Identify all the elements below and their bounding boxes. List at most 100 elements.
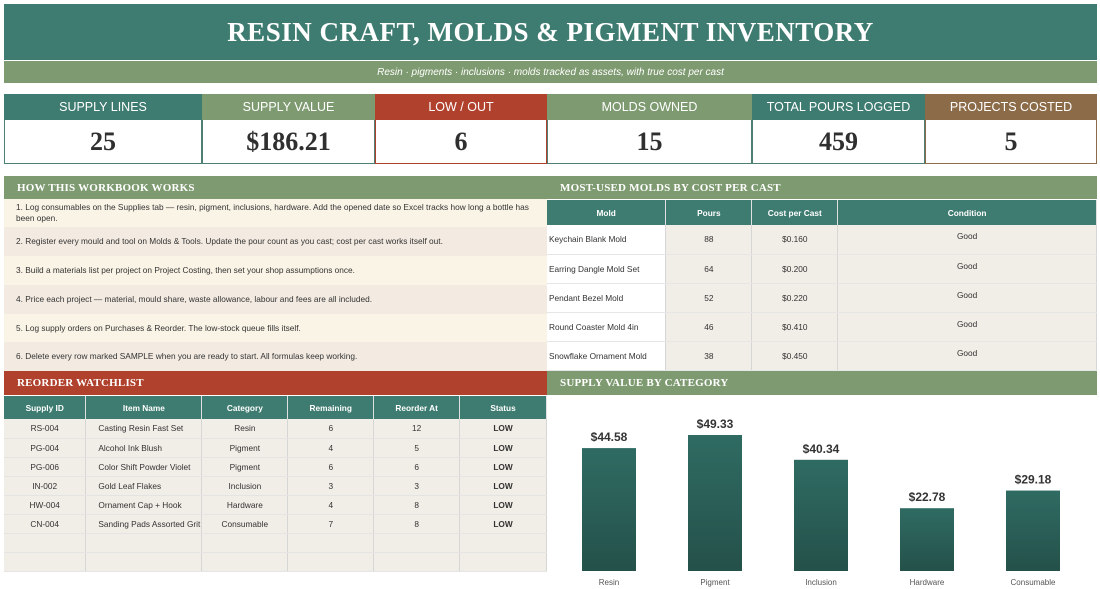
table-row: HW-004 Ornament Cap + Hook Hardware 4 8 …: [4, 495, 547, 515]
reorder-col-remaining: Remaining: [287, 396, 375, 419]
bar-value-label: $22.78: [909, 490, 946, 504]
molds-section-header: MOST-USED MOLDS BY COST PER CAST: [547, 176, 1097, 199]
item-reorder-at: 5: [373, 438, 461, 458]
mold-name: Snowflake Ornament Mold: [547, 341, 667, 371]
mold-condition: Good: [837, 254, 1097, 284]
empty-cell: [4, 552, 87, 572]
kpi-label-projects-costed: PROJECTS COSTED: [925, 94, 1097, 120]
mold-pours: 64: [665, 254, 753, 284]
bar-resin: [582, 448, 636, 571]
bar-value-label: $29.18: [1015, 473, 1052, 487]
item-remaining: 6: [287, 419, 375, 439]
status-badge: LOW: [459, 457, 547, 477]
empty-cell: [287, 533, 375, 553]
item-remaining: 6: [287, 457, 375, 477]
molds-col-mold: Mold: [547, 200, 667, 225]
empty-cell: [459, 533, 547, 553]
item-category: Inclusion: [201, 476, 289, 496]
molds-col-pours: Pours: [665, 200, 753, 225]
item-name: Sanding Pads Assorted Grit: [85, 514, 203, 534]
reorder-section-header: REORDER WATCHLIST: [4, 371, 547, 395]
kpi-label-total-pours: TOTAL POURS LOGGED: [752, 94, 925, 120]
item-category: Resin: [201, 419, 289, 439]
reorder-col-status: Status: [459, 396, 547, 419]
how-step: 2. Register every mould and tool on Mold…: [4, 227, 547, 256]
kpi-value-supply-lines: 25: [4, 120, 202, 164]
kpi-value-low-out: 6: [375, 120, 547, 164]
item-remaining: 7: [287, 514, 375, 534]
bar-pigment: [688, 435, 742, 571]
how-step: 3. Build a materials list per project on…: [4, 256, 547, 285]
item-name: Gold Leaf Flakes: [85, 476, 203, 496]
empty-cell: [373, 552, 461, 572]
kpi-value-projects-costed: 5: [925, 120, 1097, 164]
bar-value-label: $44.58: [591, 430, 628, 444]
reorder-col-reorder-at: Reorder At: [373, 396, 461, 419]
mold-cost-per-cast: $0.410: [751, 312, 839, 342]
table-row: [4, 533, 547, 553]
mold-name: Keychain Blank Mold: [547, 225, 667, 255]
empty-cell: [85, 533, 203, 553]
bar-consumable: [1006, 490, 1060, 571]
molds-table: Mold Pours Cost per Cast Condition Keych…: [547, 200, 1097, 371]
table-row: RS-004 Casting Resin Fast Set Resin 6 12…: [4, 419, 547, 439]
item-category: Consumable: [201, 514, 289, 534]
item-remaining: 4: [287, 438, 375, 458]
table-row: Keychain Blank Mold 88 $0.160 Good: [547, 225, 1097, 255]
kpi-label-supply-lines: SUPPLY LINES: [4, 94, 202, 120]
status-badge: LOW: [459, 438, 547, 458]
mold-pours: 88: [665, 225, 753, 255]
item-reorder-at: 3: [373, 476, 461, 496]
table-row: [4, 552, 547, 572]
molds-col-condition: Condition: [837, 200, 1097, 225]
item-reorder-at: 12: [373, 419, 461, 439]
item-reorder-at: 6: [373, 457, 461, 477]
kpi-label-molds-owned: MOLDS OWNED: [547, 94, 752, 120]
item-remaining: 3: [287, 476, 375, 496]
bar-value-label: $49.33: [697, 417, 734, 431]
bar-value-label: $40.34: [803, 442, 840, 456]
item-name: Color Shift Powder Violet: [85, 457, 203, 477]
x-tick-label: Pigment: [700, 578, 730, 587]
mold-cost-per-cast: $0.220: [751, 283, 839, 313]
mold-cost-per-cast: $0.160: [751, 225, 839, 255]
table-row: Pendant Bezel Mold 52 $0.220 Good: [547, 283, 1097, 313]
mold-name: Pendant Bezel Mold: [547, 283, 667, 313]
how-step: 5. Log supply orders on Purchases & Reor…: [4, 314, 547, 342]
supply-value-chart: $44.58 Resin $49.33 Pigment $40.34 Inclusion $…: [582, 417, 1060, 587]
empty-cell: [459, 552, 547, 572]
empty-cell: [201, 533, 289, 553]
bar-inclusion: [794, 459, 848, 571]
supply-id: RS-004: [4, 419, 87, 439]
how-section-header: HOW THIS WORKBOOK WORKS: [4, 176, 547, 199]
x-tick-label: Hardware: [910, 578, 945, 587]
kpi-label-low-out: LOW / OUT: [375, 94, 547, 120]
item-name: Alcohol Ink Blush: [85, 438, 203, 458]
x-tick-label: Resin: [599, 578, 619, 587]
mold-condition: Good: [837, 312, 1097, 342]
how-step: 1. Log consumables on the Supplies tab —…: [4, 199, 547, 227]
supply-id: HW-004: [4, 495, 87, 515]
supply-id: PG-004: [4, 438, 87, 458]
reorder-col-category: Category: [201, 396, 289, 419]
kpi-value-total-pours: 459: [752, 120, 925, 164]
x-tick-label: Inclusion: [805, 578, 837, 587]
item-category: Pigment: [201, 457, 289, 477]
supply-id: IN-002: [4, 476, 87, 496]
item-name: Casting Resin Fast Set: [85, 419, 203, 439]
table-row: IN-002 Gold Leaf Flakes Inclusion 3 3 LO…: [4, 476, 547, 496]
how-step: 6. Delete every row marked SAMPLE when y…: [4, 342, 547, 371]
item-category: Pigment: [201, 438, 289, 458]
item-reorder-at: 8: [373, 495, 461, 515]
reorder-col-supply-id: Supply ID: [4, 396, 87, 419]
mold-condition: Good: [837, 341, 1097, 371]
status-badge: LOW: [459, 476, 547, 496]
table-row: CN-004 Sanding Pads Assorted Grit Consum…: [4, 514, 547, 534]
supply-id: CN-004: [4, 514, 87, 534]
mold-pours: 52: [665, 283, 753, 313]
dashboard-title: RESIN CRAFT, MOLDS & PIGMENT INVENTORY: [4, 4, 1097, 60]
mold-cost-per-cast: $0.450: [751, 341, 839, 371]
item-category: Hardware: [201, 495, 289, 515]
mold-name: Earring Dangle Mold Set: [547, 254, 667, 284]
status-badge: LOW: [459, 514, 547, 534]
